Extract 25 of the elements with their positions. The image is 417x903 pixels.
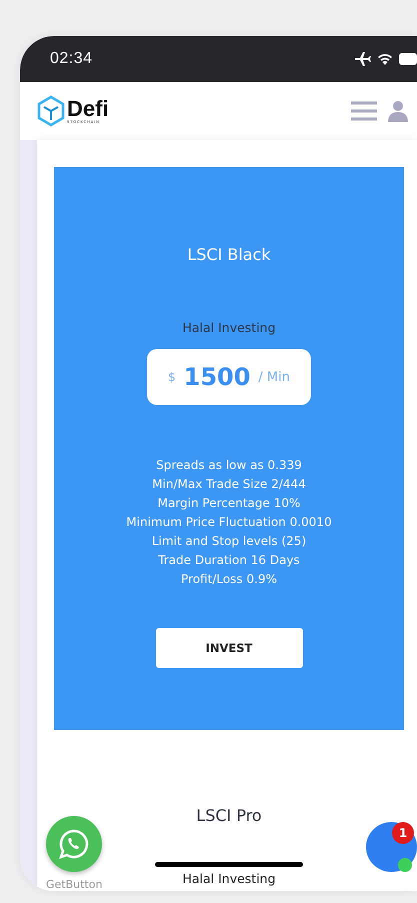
battery-icon	[399, 53, 417, 65]
phone-chat-icon	[58, 828, 90, 860]
price-unit: / Min	[258, 370, 290, 384]
invest-button[interactable]: INVEST	[156, 628, 302, 668]
plan-feature: Min/Max Trade Size 2/444	[152, 476, 306, 493]
plan-subtitle: Halal Investing	[182, 320, 276, 335]
price-amount: 1500	[184, 363, 250, 391]
plan-feature: Spreads as low as 0.339	[156, 457, 302, 474]
widget-label: GetButton	[46, 878, 102, 891]
user-icon[interactable]	[387, 100, 409, 122]
wifi-icon	[377, 53, 393, 65]
plan-feature: Margin Percentage 10%	[158, 495, 300, 512]
airplane-icon	[355, 52, 371, 66]
status-time: 02:34	[50, 50, 93, 68]
plan-title: LSCI Black	[187, 245, 271, 264]
plan-feature: Trade Duration 16 Days	[158, 552, 300, 569]
logo-text: Defi	[67, 98, 109, 120]
plan-feature: Minimum Price Fluctuation 0.0010	[126, 514, 332, 531]
plan-subtitle: Halal Investing	[182, 871, 276, 886]
plan-feature: Profit/Loss 0.9%	[181, 571, 277, 588]
cube-logo-icon	[36, 95, 66, 127]
plan-title: LSCI Pro	[196, 806, 262, 825]
plan-feature: Limit and Stop levels (25)	[152, 533, 306, 550]
menu-icon[interactable]	[351, 101, 377, 121]
currency-symbol: $	[168, 370, 176, 384]
